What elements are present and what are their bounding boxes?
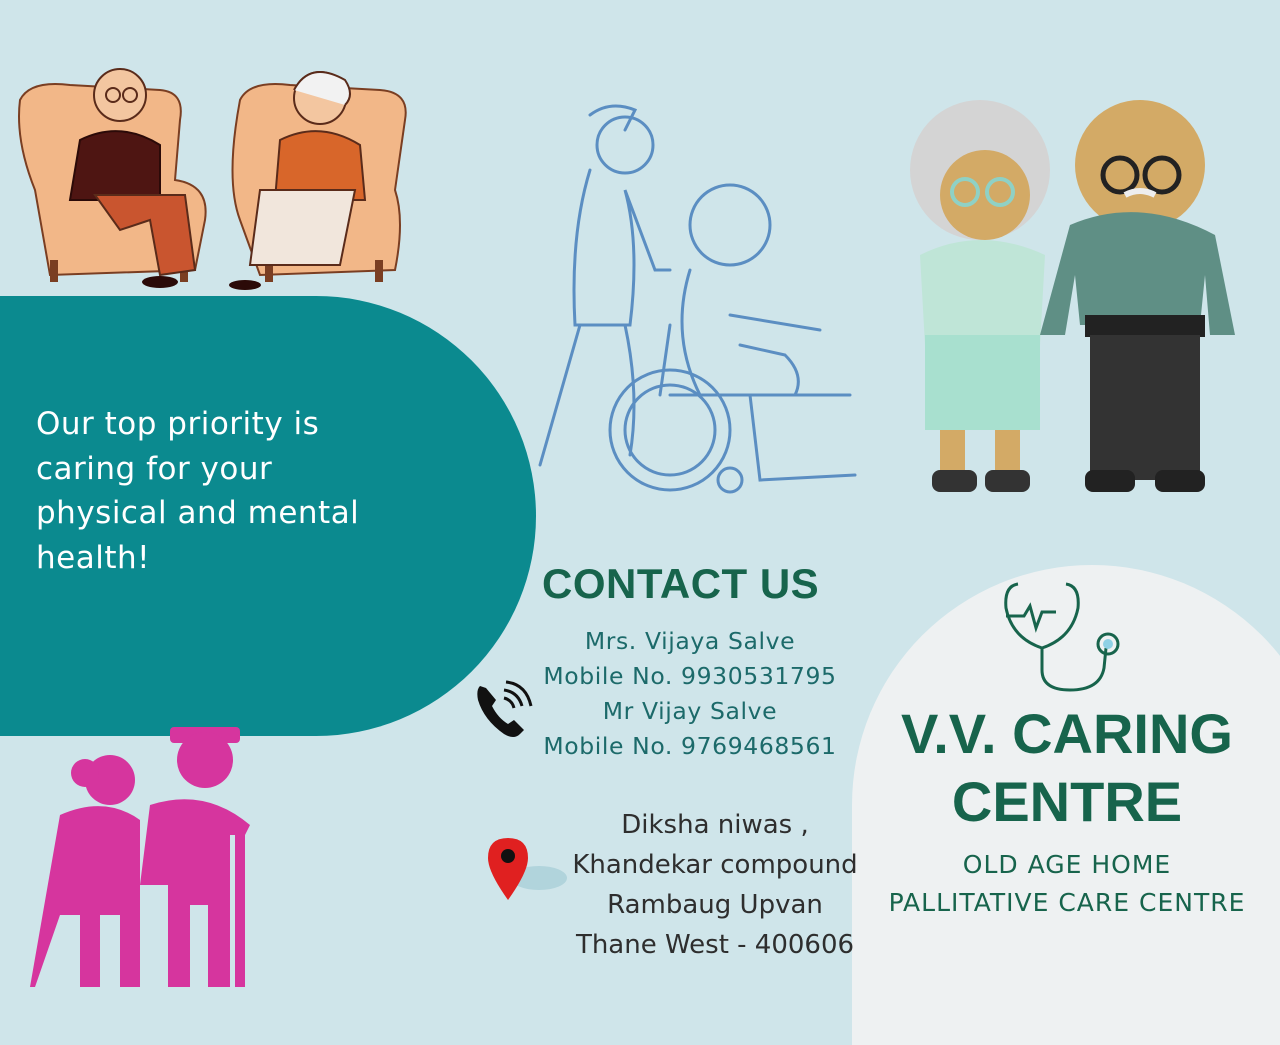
address-line-2: Khandekar compound	[572, 850, 858, 880]
tagline-text: Our top priority is caring for your phys…	[36, 406, 360, 576]
centre-subtitle-1: OLD AGE HOME	[962, 850, 1172, 879]
address-line-1: Diksha niwas ,	[621, 810, 809, 840]
elderly-couple-standing-illustration	[910, 100, 1235, 492]
contact-mobile-1: Mobile No. 9930531795	[543, 662, 837, 690]
centre-name-line-1: V.V. CARING	[901, 702, 1233, 765]
centre-subtitle-2: PALLITATIVE CARE CENTRE	[888, 888, 1246, 917]
centre-name: V.V. CARING CENTRE	[862, 700, 1272, 836]
contact-name-1: Mrs. Vijaya Salve	[584, 627, 796, 655]
address-line-3: Rambaug Upvan	[607, 890, 823, 920]
stethoscope-icon	[1004, 582, 1120, 692]
contact-heading: CONTACT US	[542, 560, 820, 607]
elderly-couple-silhouette-icon	[30, 727, 250, 987]
centre-name-line-2: CENTRE	[951, 770, 1183, 833]
elderly-couple-armchairs-illustration	[18, 68, 407, 290]
contact-mobile-2: Mobile No. 9769468561	[543, 732, 837, 760]
nurse-wheelchair-sketch	[538, 104, 857, 494]
map-pin-icon	[488, 838, 567, 900]
address-line-4: Thane West - 400606	[575, 930, 855, 960]
contact-name-2: Mr Vijay Salve	[602, 697, 778, 725]
